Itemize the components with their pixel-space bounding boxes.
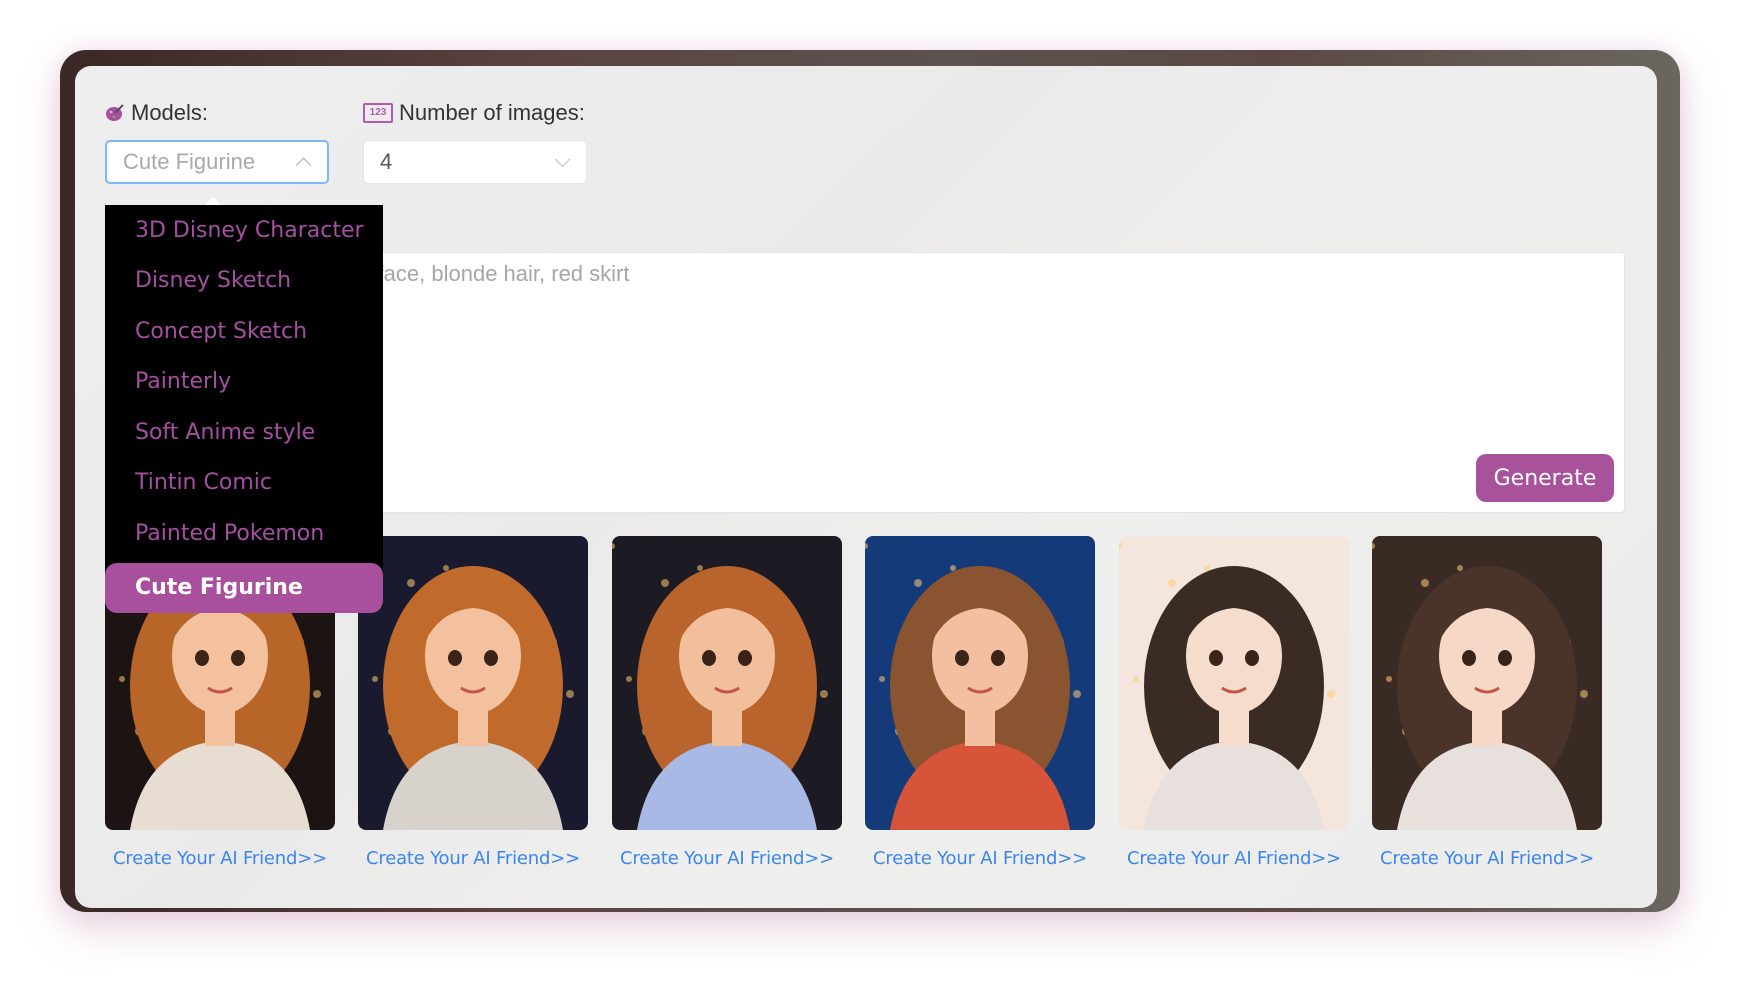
gallery-item: Create Your AI Friend>> <box>1119 536 1349 869</box>
generate-button[interactable]: Generate <box>1476 454 1614 502</box>
chevron-down-icon <box>554 151 571 168</box>
gallery-item: Create Your AI Friend>> <box>865 536 1095 869</box>
create-ai-friend-link[interactable]: Create Your AI Friend>> <box>612 848 842 869</box>
123-icon: 123 <box>363 103 393 123</box>
model-option-disney-sketch[interactable]: Disney Sketch <box>105 256 383 307</box>
models-label: Models: <box>105 100 208 126</box>
model-option-tintin-comic[interactable]: Tintin Comic <box>105 458 383 509</box>
example-image[interactable] <box>1119 536 1349 830</box>
model-option-3d-disney-character[interactable]: 3D Disney Character <box>105 205 383 256</box>
create-ai-friend-link[interactable]: Create Your AI Friend>> <box>358 848 588 869</box>
models-select-value: Cute Figurine <box>123 149 256 174</box>
app-window: Models: 123 Number of images: Cute Figur… <box>60 50 1680 912</box>
example-image[interactable] <box>865 536 1095 830</box>
create-ai-friend-link[interactable]: Create Your AI Friend>> <box>105 848 335 869</box>
number-of-images-value: 4 <box>380 149 393 174</box>
chevron-up-icon <box>295 157 312 174</box>
dropdown-caret <box>205 197 221 205</box>
models-label-text: Models: <box>131 100 209 125</box>
gallery-item: Create Your AI Friend>> <box>1372 536 1602 869</box>
create-ai-friend-link[interactable]: Create Your AI Friend>> <box>1372 848 1602 869</box>
models-dropdown-menu: 3D Disney Character Disney Sketch Concep… <box>105 197 383 613</box>
example-image[interactable] <box>1372 536 1602 830</box>
gallery-item: Create Your AI Friend>> <box>358 536 588 869</box>
model-option-cute-figurine[interactable]: Cute Figurine <box>105 562 383 613</box>
number-of-images-label-text: Number of images: <box>399 100 585 125</box>
generator-card: Models: 123 Number of images: Cute Figur… <box>75 66 1657 908</box>
number-of-images-select[interactable]: 4 <box>363 140 587 184</box>
example-image[interactable] <box>612 536 842 830</box>
model-option-painted-pokemon[interactable]: Painted Pokemon <box>105 508 383 559</box>
gallery-item: Create Your AI Friend>> <box>612 536 842 869</box>
example-image[interactable] <box>358 536 588 830</box>
create-ai-friend-link[interactable]: Create Your AI Friend>> <box>865 848 1095 869</box>
create-ai-friend-link[interactable]: Create Your AI Friend>> <box>1119 848 1349 869</box>
model-option-concept-sketch[interactable]: Concept Sketch <box>105 306 383 357</box>
number-of-images-label: 123 Number of images: <box>363 100 585 126</box>
model-option-painterly[interactable]: Painterly <box>105 357 383 408</box>
model-option-soft-anime-style[interactable]: Soft Anime style <box>105 407 383 458</box>
palette-icon <box>106 104 124 121</box>
models-select[interactable]: Cute Figurine <box>105 140 329 184</box>
